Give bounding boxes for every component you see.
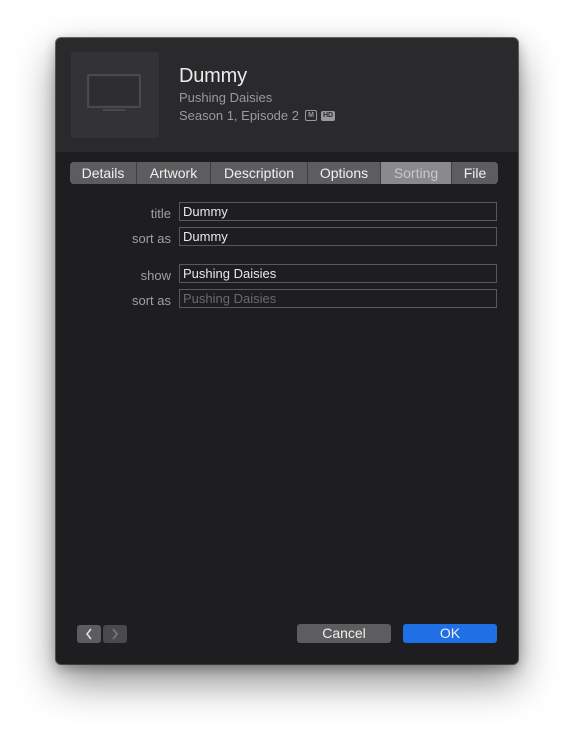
media-title: Dummy bbox=[179, 65, 247, 87]
episode-info: Season 1, Episode 2 M HD bbox=[179, 108, 336, 123]
dialog-header: Dummy Pushing Daisies Season 1, Episode … bbox=[56, 38, 518, 152]
title-sort-label: sort as bbox=[131, 231, 171, 246]
hd-badge: HD bbox=[320, 110, 336, 121]
previous-item-button[interactable] bbox=[77, 625, 101, 643]
title-sort-field[interactable] bbox=[179, 227, 497, 246]
tv-icon bbox=[87, 74, 141, 111]
episode-text: Season 1, Episode 2 bbox=[179, 108, 299, 123]
title-label: title bbox=[150, 206, 171, 221]
show-field[interactable] bbox=[179, 264, 497, 283]
tab-description[interactable]: Description bbox=[211, 162, 308, 184]
show-label: show bbox=[140, 268, 171, 283]
info-dialog: Dummy Pushing Daisies Season 1, Episode … bbox=[56, 38, 518, 664]
chevron-left-icon bbox=[85, 628, 92, 640]
chevron-right-icon bbox=[112, 628, 119, 640]
cancel-button[interactable]: Cancel bbox=[297, 624, 391, 643]
show-sort-label: sort as bbox=[131, 293, 171, 308]
ok-button[interactable]: OK bbox=[403, 624, 497, 643]
tab-sorting[interactable]: Sorting bbox=[381, 162, 452, 184]
tab-details[interactable]: Details bbox=[70, 162, 137, 184]
rating-badge: M bbox=[304, 110, 317, 121]
tab-options[interactable]: Options bbox=[308, 162, 381, 184]
title-field[interactable] bbox=[179, 202, 497, 221]
show-sort-field[interactable] bbox=[179, 289, 497, 308]
tab-file[interactable]: File bbox=[452, 162, 498, 184]
artwork-thumbnail bbox=[71, 52, 159, 138]
tab-bar: Details Artwork Description Options Sort… bbox=[70, 162, 498, 184]
show-name: Pushing Daisies bbox=[179, 90, 273, 105]
tab-artwork[interactable]: Artwork bbox=[137, 162, 211, 184]
next-item-button[interactable] bbox=[103, 625, 127, 643]
